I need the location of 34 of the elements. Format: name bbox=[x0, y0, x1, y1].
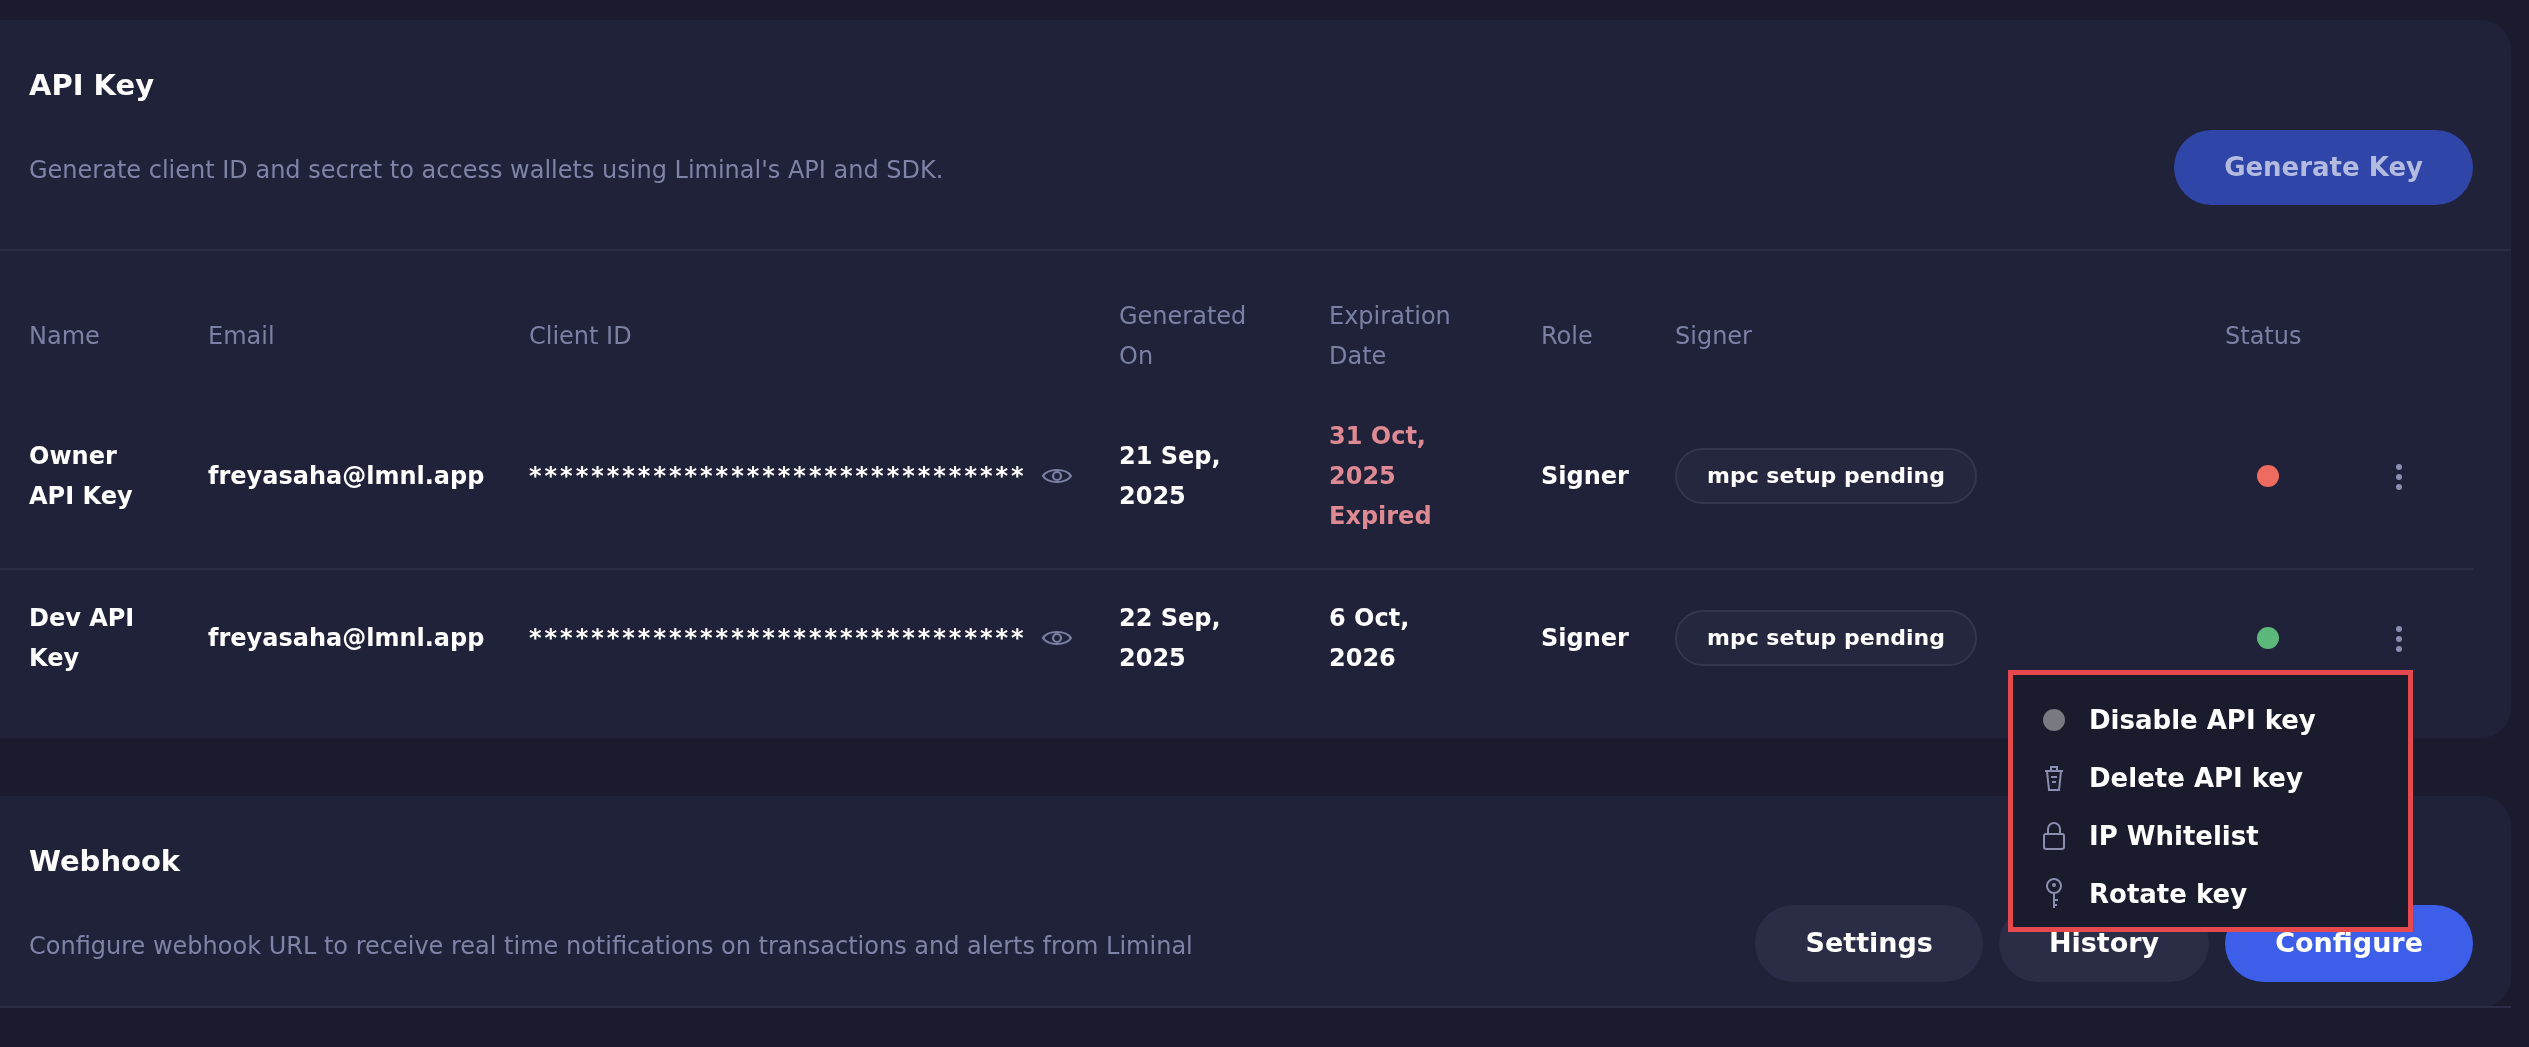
column-header: Client ID bbox=[529, 321, 633, 352]
key-name: Dev API Key bbox=[29, 603, 136, 674]
column-header: Role bbox=[1541, 321, 1594, 352]
section-title: Webhook bbox=[29, 843, 182, 880]
section-title: API Key bbox=[29, 67, 156, 104]
menu-item[interactable]: Delete API key bbox=[2013, 749, 2408, 807]
column-header: Expiration Date bbox=[1329, 301, 1452, 372]
email-text: freyasaha@lmnl.app bbox=[208, 461, 486, 492]
generated-date: 21 Sep, 2025 bbox=[1119, 441, 1222, 512]
menu-item[interactable]: IP Whitelist bbox=[2013, 807, 2408, 865]
section-description: Configure webhook URL to receive real time notifications on transactions and alerts from Liminal bbox=[29, 930, 1193, 962]
column-header: Name bbox=[29, 321, 101, 352]
column-header: Status bbox=[2225, 321, 2303, 352]
expired-label: Expired bbox=[1329, 501, 1432, 532]
masked-client-id: ******************************** bbox=[529, 623, 1027, 654]
menu-item[interactable]: Disable API key bbox=[2013, 691, 2408, 749]
email-text: freyasaha@lmnl.app bbox=[208, 623, 486, 654]
role-text: Signer bbox=[1541, 623, 1630, 654]
column-header: Email bbox=[208, 321, 276, 352]
generated-date: 22 Sep, 2025 bbox=[1119, 603, 1222, 674]
role-text: Signer bbox=[1541, 461, 1630, 492]
signer-status-badge: mpc setup pending bbox=[1675, 610, 1977, 666]
signer-status-badge: mpc setup pending bbox=[1675, 448, 1977, 504]
column-header: Generated On bbox=[1119, 301, 1248, 372]
column-header: Signer bbox=[1675, 321, 1753, 352]
webhook-button[interactable]: Settings bbox=[1755, 905, 1983, 982]
masked-client-id: ******************************** bbox=[529, 461, 1027, 492]
expiration-date: 6 Oct, 2026 bbox=[1329, 603, 1411, 674]
expiration-date: 31 Oct, 2025 bbox=[1329, 421, 1427, 492]
dot-icon bbox=[2041, 708, 2067, 732]
generate-key-button[interactable]: Generate Key bbox=[2174, 130, 2473, 205]
section-description: Generate client ID and secret to access wallets using Liminal's API and SDK. bbox=[29, 154, 944, 186]
key-name: Owner API Key bbox=[29, 441, 134, 512]
lock-icon bbox=[2041, 821, 2067, 851]
